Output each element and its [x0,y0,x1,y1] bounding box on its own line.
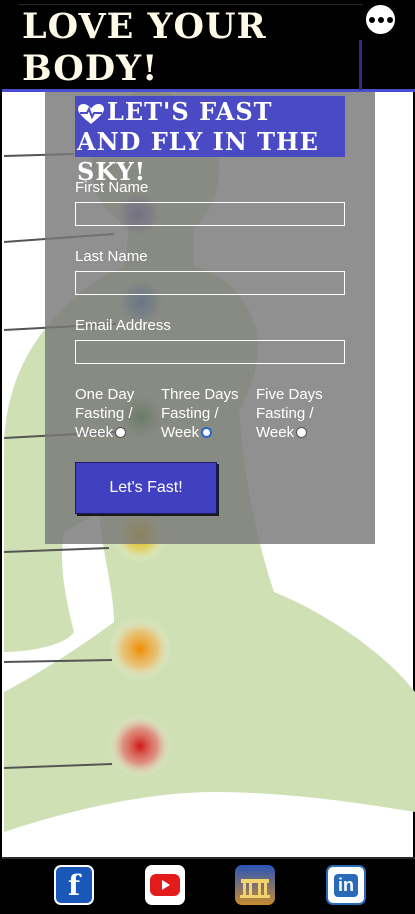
email-label: Email Address [75,317,171,334]
social-footer: f in [2,857,415,914]
option-five-days-line3: Week [256,424,295,441]
email-input[interactable] [75,340,345,364]
radio-one-day[interactable] [115,427,127,438]
radio-five-days[interactable] [296,427,308,438]
landmark-icon [240,879,270,898]
site-header: LOVE YOUR BODY! [2,0,415,92]
heartbeat-icon [78,103,104,124]
option-three-days: Three Days Fasting / Week [161,385,239,442]
option-three-days-line3: Week [161,424,200,441]
option-five-days-line2: Fasting / [256,405,314,422]
last-name-input[interactable] [75,271,345,295]
dot-icon [377,16,384,23]
form-title: LET'S FAST AND FLY IN THE SKY! [75,96,345,186]
signup-form-panel: LET'S FAST AND FLY IN THE SKY! First Nam… [45,92,375,544]
option-one-day-line2: Fasting / [75,405,133,422]
first-name-input[interactable] [75,202,345,226]
facebook-icon[interactable]: f [54,865,94,905]
linkedin-letters: in [334,873,358,897]
option-one-day-line3: Week [75,424,114,441]
option-five-days: Five Days Fasting / Week [256,385,323,442]
site-title: LOVE YOUR BODY! [22,6,267,89]
dot-icon [368,16,375,23]
header-rule [18,4,363,5]
form-title-text: LET'S FAST AND FLY IN THE SKY! [77,97,319,186]
lets-fast-button[interactable]: Let's Fast! [75,462,217,514]
dot-icon [386,16,393,23]
youtube-icon[interactable] [145,865,185,905]
page-frame: LOVE YOUR BODY! LET'S FAST AND FLY IN TH… [0,0,415,914]
last-name-label: Last Name [75,248,148,265]
more-menu-button[interactable] [364,3,397,36]
option-one-day-line1: One Day [75,386,135,403]
gallery-icon[interactable] [235,865,275,905]
first-name-label: First Name [75,179,149,196]
linkedin-icon[interactable]: in [326,865,366,905]
option-three-days-line2: Fasting / [161,405,219,422]
radio-three-days[interactable] [201,427,213,438]
option-one-day: One Day Fasting / Week [75,385,134,442]
option-three-days-line1: Three Days [161,386,239,403]
facebook-letter: f [67,868,81,902]
header-accent-line [359,40,362,90]
youtube-play-icon [150,874,180,896]
option-five-days-line1: Five Days [256,386,323,403]
